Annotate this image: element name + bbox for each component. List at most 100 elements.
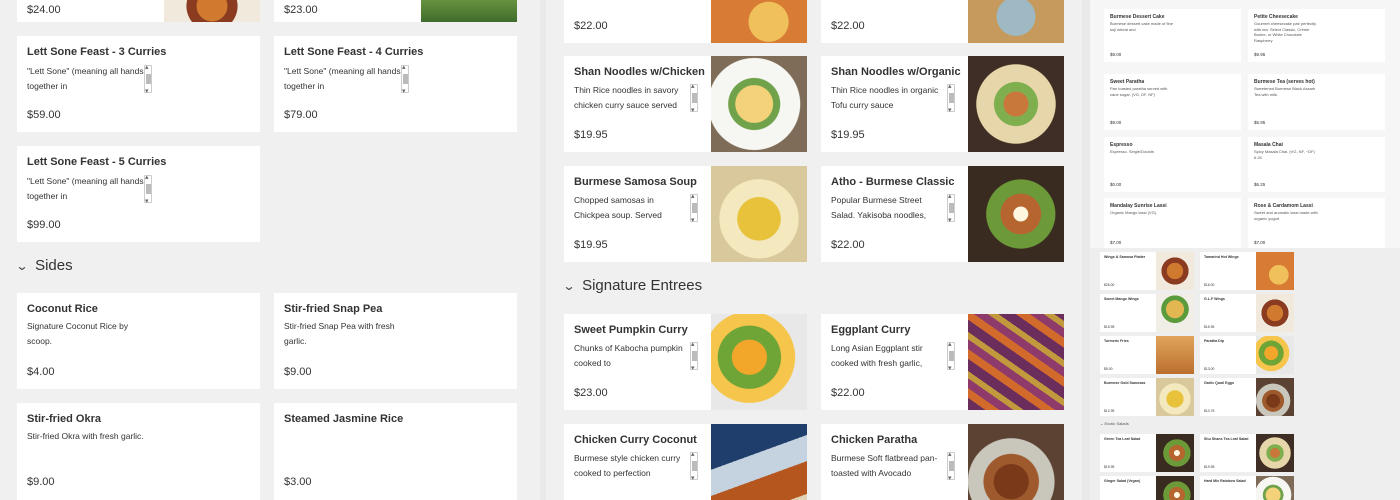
mini-menu-card[interactable]: Garlic Quail Eggs $10.75 bbox=[1200, 378, 1294, 416]
mini-menu-area: Wings & Samosa Platter $26.00 Tamarind Hot… bbox=[1090, 248, 1400, 500]
description-scrollbar[interactable] bbox=[690, 82, 698, 114]
item-price: $10.75 bbox=[1204, 409, 1215, 413]
menu-card-eggplant-curry[interactable]: Eggplant Curry Long Asian Eggplant stir … bbox=[821, 314, 1064, 410]
menu-card-samosa-soup[interactable]: Burmese Samosa Soup Chopped samosas in C… bbox=[564, 166, 807, 262]
item-description: Popular Burmese Street Salad. Yakisoba n… bbox=[831, 195, 927, 220]
chevron-down-icon[interactable]: ⌄ bbox=[1100, 421, 1103, 426]
item-description: Thin Rice noodles in organic Tofu curry … bbox=[831, 85, 939, 110]
item-price: $3.00 bbox=[284, 476, 312, 488]
drink-dessert-card[interactable]: Espresso Espresso. Single/Double. $0.00 bbox=[1104, 137, 1241, 192]
drink-dessert-card[interactable]: Burmese Dessert Cake Burmese dessert cake… bbox=[1104, 9, 1241, 62]
menu-card-chicken-curry-coconut[interactable]: Chicken Curry Coconut Burmese style chic… bbox=[564, 424, 807, 500]
menu-card[interactable]: $22.00 bbox=[821, 0, 1064, 43]
chevron-down-icon[interactable]: ⌄ bbox=[562, 279, 575, 293]
mini-menu-card[interactable]: Wings & Samosa Platter $26.00 bbox=[1100, 252, 1194, 290]
chevron-down-icon[interactable]: ⌄ bbox=[15, 259, 28, 273]
item-price: $13.00 bbox=[1204, 367, 1215, 371]
item-title: Tamarind Hot Wings bbox=[1204, 255, 1239, 259]
description-scrollbar[interactable] bbox=[144, 63, 152, 95]
section-header-sides[interactable]: ⌄ Sides bbox=[15, 257, 73, 274]
menu-card-feast-5[interactable]: Lett Sone Feast - 5 Curries "Lett Sone" … bbox=[17, 146, 260, 242]
drink-dessert-card[interactable]: Sweet Paratha Pan toasted paratha served … bbox=[1104, 74, 1241, 130]
food-photo bbox=[421, 0, 517, 22]
menu-card-okra[interactable]: Stir-fried Okra Stir-fried Okra with fre… bbox=[17, 403, 260, 500]
description-scrollbar[interactable] bbox=[690, 450, 698, 482]
mini-menu-card[interactable]: Burmese Gold Samosas $12.95 bbox=[1100, 378, 1194, 416]
drink-dessert-card[interactable]: Burmese Tea (serves hot) Sweetened Burmes… bbox=[1248, 74, 1385, 130]
item-title: Chicken Paratha bbox=[831, 434, 918, 446]
item-price: $59.00 bbox=[27, 109, 61, 121]
eggplant-photo bbox=[968, 314, 1064, 410]
item-price: $15.95 bbox=[1104, 325, 1115, 329]
mini-menu-card[interactable]: Turmeric Fries $9.00 bbox=[1100, 336, 1194, 374]
drink-dessert-card[interactable]: Mandalay Sunrise Lassi Organic Mango lass… bbox=[1104, 198, 1241, 250]
menu-card-feast-3[interactable]: Lett Sone Feast - 3 Curries "Lett Sone" … bbox=[17, 36, 260, 132]
item-description: Espresso. Single/Double. bbox=[1110, 149, 1155, 154]
item-title: Ginger Salad (Vegan) bbox=[1104, 479, 1141, 483]
item-title: Rose & Cardamom Lassi bbox=[1254, 203, 1313, 209]
drink-dessert-card[interactable]: Masala Chai Spicy Masala Chai. (VG, NF, ~… bbox=[1248, 137, 1385, 192]
menu-card[interactable]: $24.00 bbox=[17, 0, 260, 22]
food-photo bbox=[1256, 294, 1294, 332]
mini-menu-card[interactable]: Hard Mix Rainbow Salad bbox=[1200, 476, 1294, 500]
mini-menu-card[interactable]: Paratha Dip $13.00 bbox=[1200, 336, 1294, 374]
menu-card-shan-tofu[interactable]: Shan Noodles w/Organic Thin Rice noodles… bbox=[821, 56, 1064, 152]
item-price: $7.00 bbox=[1110, 240, 1122, 245]
mini-section-header[interactable]: ⌄ Exotic Salads bbox=[1100, 421, 1129, 426]
menu-card-coconut-rice[interactable]: Coconut Rice Signature Coconut Rice by s… bbox=[17, 293, 260, 389]
item-description: Stir-fried Okra with fresh garlic. bbox=[27, 431, 144, 441]
menu-panel-overview: Burmese Dessert Cake Burmese dessert cake… bbox=[1090, 0, 1400, 500]
menu-card-snap-pea[interactable]: Stir-fried Snap Pea Stir-fried Snap Pea … bbox=[274, 293, 517, 389]
mini-menu-card[interactable]: Tamarind Hot Wings $16.00 bbox=[1200, 252, 1294, 290]
description-scrollbar[interactable] bbox=[690, 192, 698, 224]
food-photo bbox=[1156, 378, 1194, 416]
item-title: Shan Noodles w/Organic bbox=[831, 66, 961, 78]
mini-menu-card[interactable]: Shu Shanx Tea Leaf Salad $19.95 bbox=[1200, 434, 1294, 472]
food-photo bbox=[711, 0, 807, 43]
menu-card-chicken-paratha[interactable]: Chicken Paratha Burmese Soft flatbread p… bbox=[821, 424, 1064, 500]
menu-card[interactable]: $23.00 bbox=[274, 0, 517, 22]
item-price: $24.00 bbox=[27, 4, 61, 16]
mini-menu-card[interactable]: Ginger Salad (Vegan) bbox=[1100, 476, 1194, 500]
description-scrollbar[interactable] bbox=[401, 63, 409, 95]
item-price: $19.95 bbox=[574, 129, 608, 141]
item-price: $9.95 bbox=[1254, 52, 1266, 57]
item-price: $9.00 bbox=[1110, 120, 1122, 125]
description-scrollbar[interactable] bbox=[144, 173, 152, 205]
item-description: Sweetened Burmese Black Assam Tea with m… bbox=[1254, 86, 1316, 97]
mini-menu-card[interactable]: Green Tea Leaf Salad $19.95 bbox=[1100, 434, 1194, 472]
menu-card-shan-chicken[interactable]: Shan Noodles w/Chicken Thin Rice noodles… bbox=[564, 56, 807, 152]
menu-card-jasmine-rice[interactable]: Steamed Jasmine Rice $3.00 bbox=[274, 403, 517, 500]
food-photo bbox=[1156, 252, 1194, 290]
description-scrollbar[interactable] bbox=[947, 82, 955, 114]
drink-dessert-card[interactable]: Petite Cheesecake Gourmet cheesecake pair… bbox=[1248, 9, 1385, 62]
drink-dessert-card[interactable]: Rose & Cardamom Lassi Sweet and aromatic … bbox=[1248, 198, 1385, 250]
mini-menu-card[interactable]: Sweet Mango Wings $15.95 bbox=[1100, 294, 1194, 332]
noodle-tofu-photo bbox=[968, 56, 1064, 152]
item-description: Burmese dessert cake made of fine suji w… bbox=[1110, 21, 1173, 32]
mini-menu-card[interactable]: G.L.F Wings $15.95 bbox=[1200, 294, 1294, 332]
description-scrollbar[interactable] bbox=[947, 340, 955, 372]
section-title: Sides bbox=[35, 257, 73, 274]
menu-card-atho[interactable]: Atho - Burmese Classic Popular Burmese S… bbox=[821, 166, 1064, 262]
description-scrollbar[interactable] bbox=[690, 340, 698, 372]
item-title: Eggplant Curry bbox=[831, 324, 911, 336]
menu-card[interactable]: $22.00 bbox=[564, 0, 807, 43]
item-title: Lett Sone Feast - 3 Curries bbox=[27, 46, 167, 58]
description-scrollbar[interactable] bbox=[947, 450, 955, 482]
item-price: $22.00 bbox=[831, 239, 865, 251]
pumpkin-photo bbox=[711, 314, 807, 410]
food-photo bbox=[1156, 476, 1194, 500]
section-header-signature-entrees[interactable]: ⌄ Signature Entrees bbox=[562, 277, 702, 294]
item-price: $19.95 bbox=[574, 239, 608, 251]
menu-card-feast-4[interactable]: Lett Sone Feast - 4 Curries "Lett Sone" … bbox=[274, 36, 517, 132]
item-price: $7.00 bbox=[1254, 240, 1266, 245]
item-price: $23.00 bbox=[284, 4, 318, 16]
item-title: Shan Noodles w/Chicken bbox=[574, 66, 705, 78]
item-price: $9.00 bbox=[1104, 367, 1113, 371]
item-title: Atho - Burmese Classic bbox=[831, 176, 955, 188]
item-description: Burmese Soft flatbread pan-toasted with … bbox=[831, 453, 938, 478]
item-price: $9.00 bbox=[1110, 52, 1122, 57]
description-scrollbar[interactable] bbox=[947, 192, 955, 224]
menu-card-pumpkin-curry[interactable]: Sweet Pumpkin Curry Chunks of Kabocha pu… bbox=[564, 314, 807, 410]
